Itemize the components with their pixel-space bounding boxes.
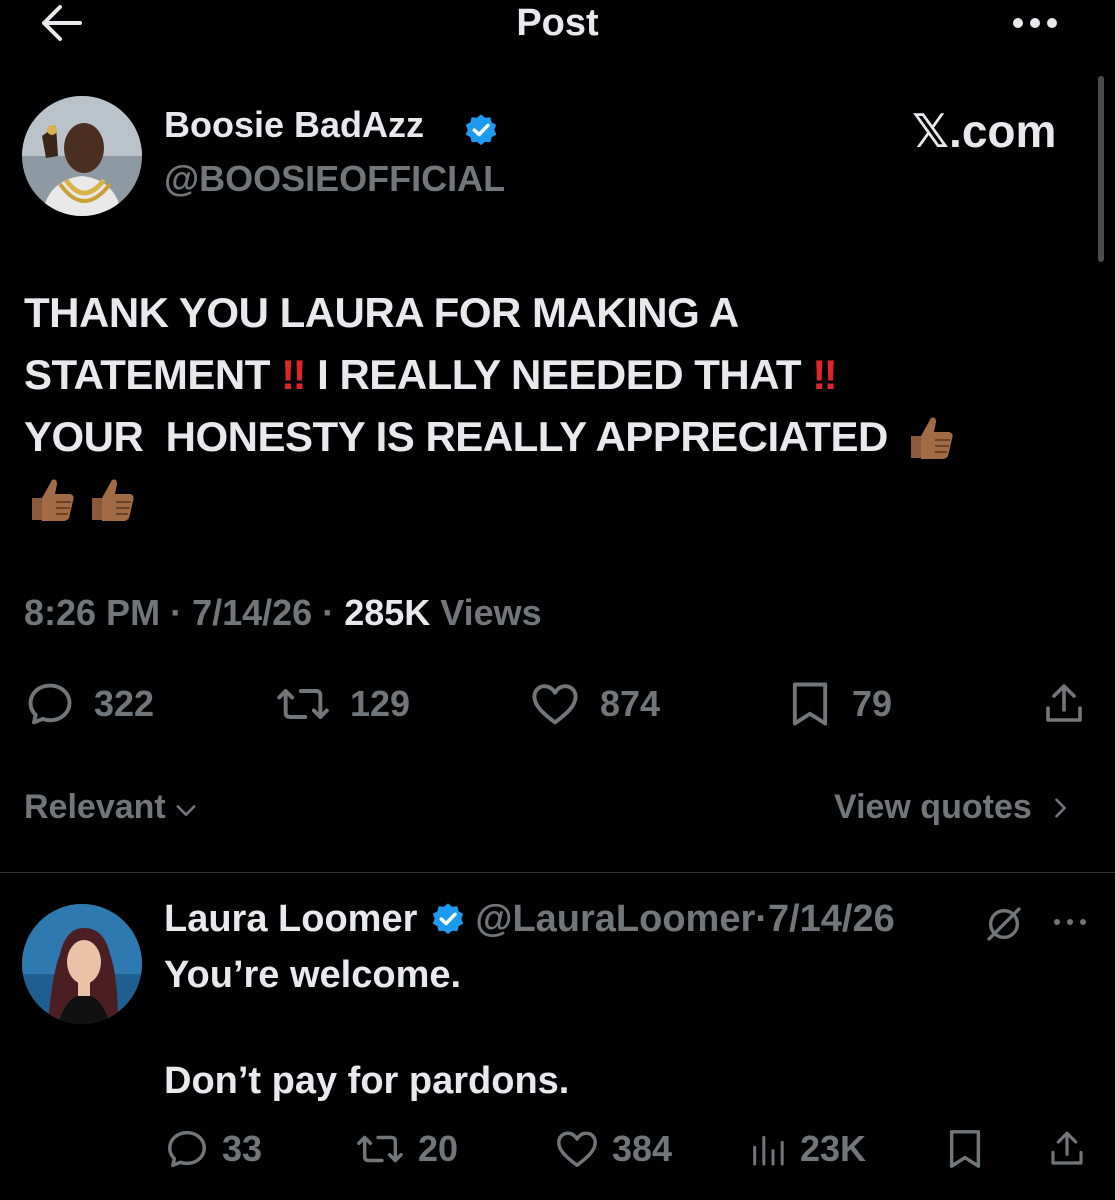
bookmark-icon (792, 682, 828, 726)
thumbs-up-emoji (911, 417, 953, 459)
post-text-line: THANK YOU LAURA FOR MAKING A (24, 282, 1084, 344)
meta-separator: · (755, 898, 768, 940)
view-quotes-label: View quotes (834, 788, 1032, 826)
avatar-image (22, 96, 142, 216)
speech-bubble-icon (28, 683, 72, 725)
repost-count: 20 (418, 1128, 459, 1169)
like-count: 874 (600, 683, 661, 724)
meta-separator: · (160, 592, 193, 633)
reply-repost-button[interactable]: 20 (354, 1126, 458, 1172)
reply-date[interactable]: 7/14/26 (768, 898, 895, 941)
post-text-segment: THANK YOU LAURA FOR MAKING A (24, 289, 739, 336)
more-horizontal-icon (1054, 919, 1086, 925)
grok-button[interactable] (984, 904, 1024, 944)
repost-arrows-icon (277, 689, 329, 719)
repost-arrows-icon (357, 1135, 403, 1163)
verified-badge-icon (433, 902, 464, 934)
double-exclamation-emoji: ‼ (281, 351, 306, 398)
speech-bubble-icon (168, 1130, 206, 1168)
reply-button[interactable]: 322 (24, 678, 154, 730)
reply-author-avatar[interactable] (22, 904, 142, 1024)
more-options-button[interactable] (1010, 8, 1060, 38)
heart-icon (557, 1131, 597, 1168)
reply-count: 33 (222, 1128, 263, 1169)
double-exclamation-emoji: ‼ (812, 351, 838, 398)
thumbs-up-emoji (92, 479, 134, 521)
bookmark-count: 79 (852, 683, 893, 724)
author-avatar[interactable] (22, 96, 142, 216)
divider (0, 872, 1115, 873)
avatar-image (22, 904, 142, 1024)
post-text-segment: STATEMENT (24, 351, 282, 398)
reply-bookmark-button[interactable] (944, 1126, 986, 1172)
reply-like-button[interactable]: 384 (554, 1126, 672, 1172)
x-watermark: 𝕏.com (912, 105, 1057, 157)
page-title: Post (516, 2, 599, 44)
author-handle[interactable]: @BOOSIEOFFICIAL (164, 158, 505, 200)
bookmark-button[interactable]: 79 (786, 678, 892, 730)
reply-share-button[interactable] (1046, 1126, 1088, 1172)
reply-more-button[interactable] (1050, 910, 1090, 934)
reply-reply-button[interactable]: 33 (164, 1126, 262, 1172)
repost-button[interactable]: 129 (274, 678, 410, 730)
scrollbar[interactable] (1098, 76, 1104, 262)
reply-author-handle[interactable]: @LauraLoomer (475, 898, 755, 941)
reply-text: Don’t pay for pardons. (164, 1060, 570, 1102)
sort-label: Relevant (24, 788, 166, 826)
post-text-line (24, 468, 1084, 530)
bookmark-icon (949, 1130, 981, 1168)
reply-header: Laura Loomer @LauraLoomer · 7/14/26 (164, 898, 895, 941)
grok-icon (987, 907, 1021, 941)
heart-icon (532, 684, 578, 725)
verified-badge-icon (462, 112, 500, 150)
reply-count: 322 (94, 683, 155, 724)
post-text-line: STATEMENT ‼ I REALLY NEEDED THAT ‼ (24, 344, 1084, 406)
like-button[interactable]: 874 (528, 678, 660, 730)
reply-author-name[interactable]: Laura Loomer (164, 898, 417, 941)
view-quotes-link[interactable]: View quotes (834, 788, 1074, 827)
views-label[interactable]: Views (430, 592, 541, 633)
post-meta: 8:26 PM · 7/14/26 · 285K Views (24, 592, 542, 634)
views-count: 23K (800, 1128, 867, 1169)
more-horizontal-icon (1013, 18, 1057, 28)
views-count[interactable]: 285K (344, 592, 430, 633)
post-text-line: YOUR HONESTY IS REALLY APPRECIATED (24, 406, 1084, 468)
post-text: THANK YOU LAURA FOR MAKING A STATEMENT ‼… (24, 282, 1084, 530)
reply-text: You’re welcome. (164, 954, 462, 996)
bar-chart-icon (753, 1135, 784, 1166)
meta-separator: · (312, 592, 345, 633)
share-button[interactable] (1040, 678, 1088, 730)
post-date: 7/14/26 (192, 592, 313, 633)
sort-dropdown[interactable]: Relevant (24, 788, 200, 827)
like-count: 384 (612, 1128, 673, 1169)
chevron-right-icon (1054, 798, 1066, 817)
chevron-down-icon (176, 804, 196, 816)
thumbs-up-emoji (32, 479, 74, 521)
reply-views-button[interactable]: 23K (748, 1126, 866, 1172)
author-name[interactable]: Boosie BadAzz (164, 104, 424, 146)
share-upload-icon (1046, 684, 1082, 722)
repost-count: 129 (350, 683, 411, 724)
post-text-segment: YOUR HONESTY IS REALLY APPRECIATED (24, 413, 900, 460)
post-time: 8:26 PM (24, 592, 161, 633)
post-text-segment: I REALLY NEEDED THAT (305, 351, 813, 398)
share-upload-icon (1051, 1131, 1083, 1165)
